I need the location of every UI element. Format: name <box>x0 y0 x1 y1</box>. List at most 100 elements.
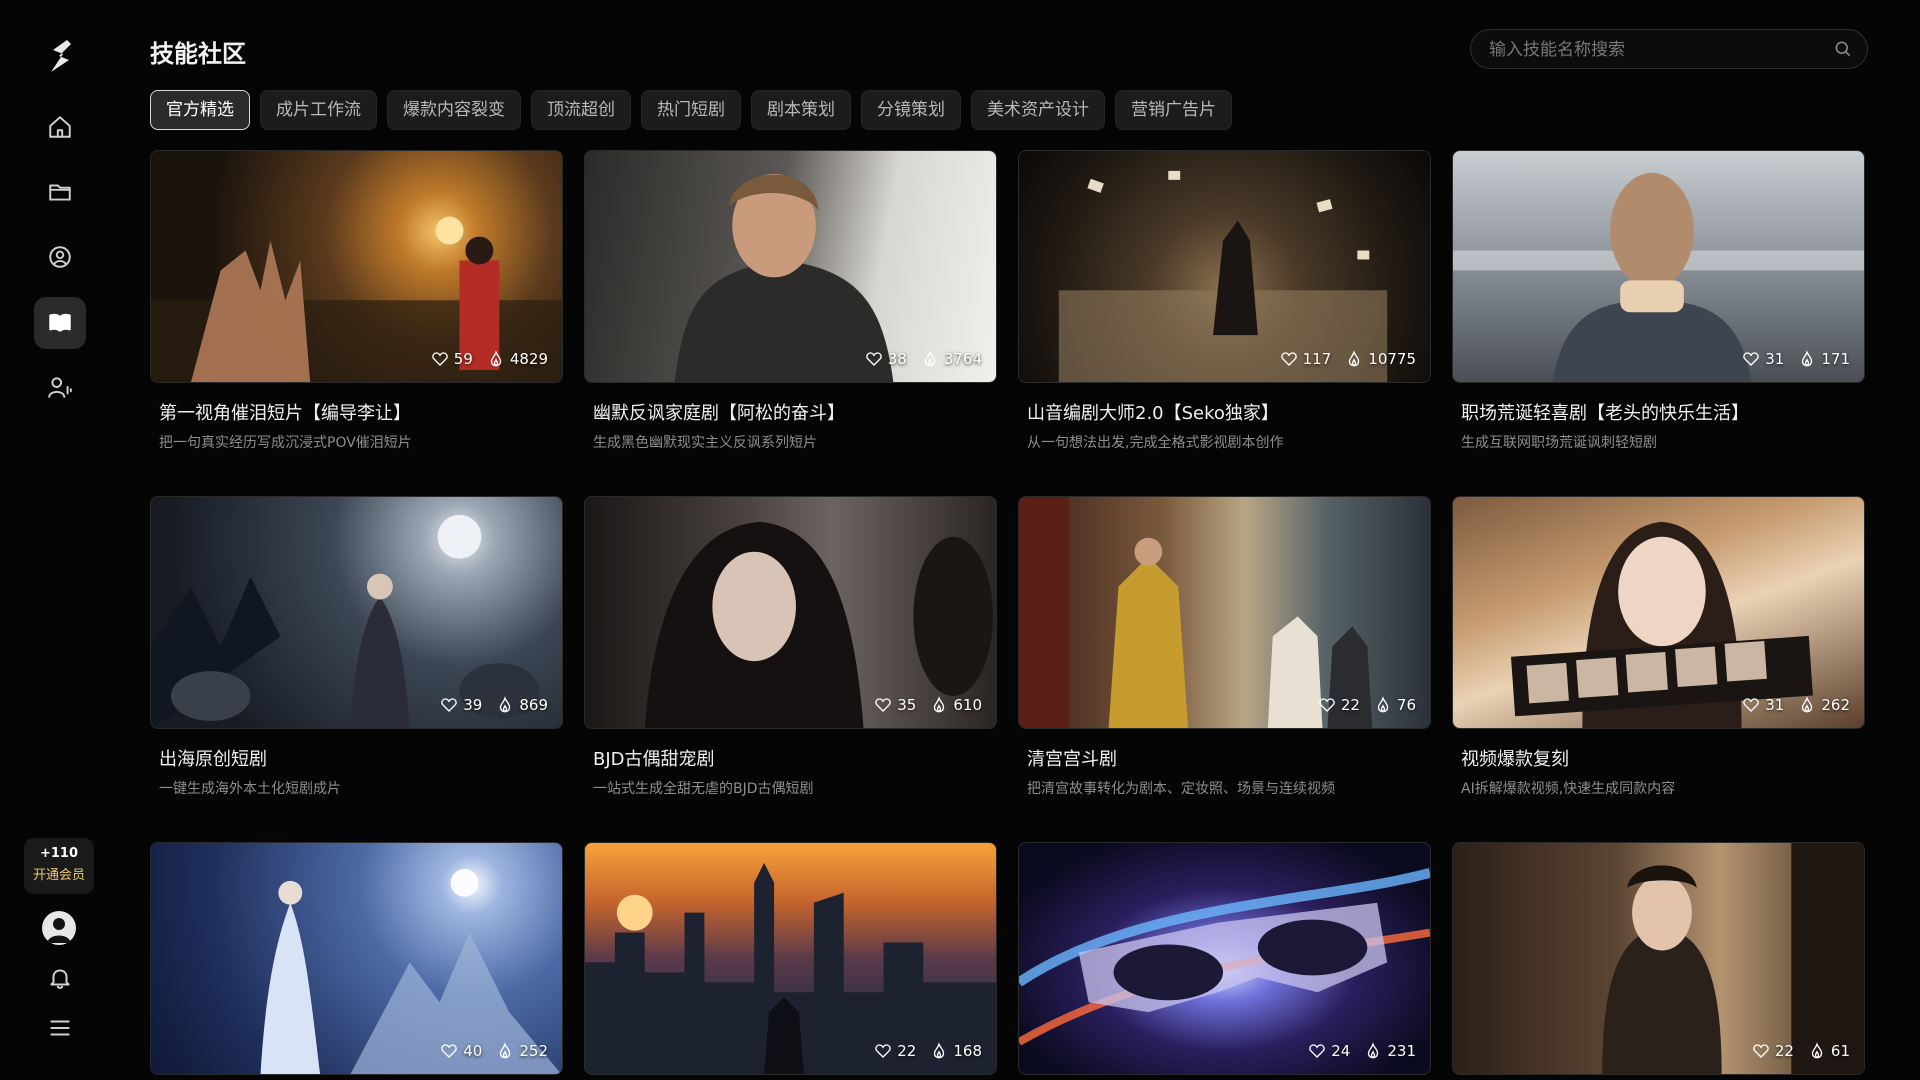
heart-icon <box>875 1044 891 1058</box>
flame-icon <box>1377 696 1389 713</box>
avatar[interactable] <box>42 911 76 945</box>
card-stats: 40 252 <box>432 1042 548 1060</box>
skill-card[interactable]: 39 869 出海原创短剧 一键生成海外本土化短剧成片 <box>150 496 563 798</box>
card-thumbnail: 31 171 <box>1452 150 1865 383</box>
target-user-icon[interactable] <box>40 237 80 277</box>
uses-count: 610 <box>953 696 982 714</box>
vip-points: +110 <box>39 846 79 861</box>
skill-card[interactable]: 59 4829 第一视角催泪短片【编导李让】 把一句真实经历写成沉浸式POV催泪… <box>150 150 563 452</box>
sidebar: +110 开通会员 <box>0 0 120 1080</box>
search-icon[interactable] <box>1833 39 1853 59</box>
tab-workflow[interactable]: 成片工作流 <box>260 90 377 130</box>
uses-count: 171 <box>1821 350 1850 368</box>
flame-icon <box>934 1042 945 1059</box>
search-input[interactable] <box>1487 30 1821 70</box>
skill-card[interactable]: 31 262 视频爆款复刻 AI拆解爆款视频,快速生成同款内容 <box>1452 496 1865 798</box>
skill-card[interactable]: 22 61 <box>1452 842 1865 1075</box>
card-thumbnail: 22 168 <box>584 842 997 1075</box>
tab-marketing-ads[interactable]: 营销广告片 <box>1115 90 1232 130</box>
card-stats: 59 4829 <box>423 350 548 368</box>
heart-icon <box>1743 698 1759 712</box>
card-description: 一键生成海外本土化短剧成片 <box>159 781 341 797</box>
flame-icon <box>490 350 501 367</box>
uses-count: 869 <box>519 696 548 714</box>
card-title: 第一视角催泪短片【编导李让】 <box>159 403 411 424</box>
likes-count: 35 <box>897 696 917 714</box>
heart-icon <box>441 1044 457 1058</box>
skill-card[interactable]: 22 168 <box>584 842 997 1075</box>
flame-icon <box>1802 350 1813 367</box>
likes-count: 38 <box>887 350 907 368</box>
logo-icon[interactable] <box>40 36 80 76</box>
skill-card[interactable]: 40 252 <box>150 842 563 1075</box>
card-thumbnail: 22 76 <box>1018 496 1431 729</box>
card-thumbnail: 31 262 <box>1452 496 1865 729</box>
likes-count: 31 <box>1765 696 1785 714</box>
flame-icon <box>1802 696 1813 713</box>
uses-count: 168 <box>953 1042 982 1060</box>
card-stats: 22 168 <box>866 1042 982 1060</box>
skill-card[interactable]: 31 171 职场荒诞轻喜剧【老头的快乐生活】 生成互联网职场荒诞讽刺轻短剧 <box>1452 150 1865 452</box>
tab-official-picks[interactable]: 官方精选 <box>150 90 250 130</box>
skill-card[interactable]: 35 610 BJD古偶甜宠剧 一站式生成全甜无虐的BJD古偶短剧 <box>584 496 997 798</box>
card-thumbnail: 35 610 <box>584 496 997 729</box>
skill-card[interactable]: 24 231 <box>1018 842 1431 1075</box>
card-stats: 31 171 <box>1734 350 1850 368</box>
card-description: 生成互联网职场荒诞讽刺轻短剧 <box>1461 435 1657 451</box>
tab-top-creators[interactable]: 顶流超创 <box>531 90 631 130</box>
tab-script-planning[interactable]: 剧本策划 <box>751 90 851 130</box>
user-voice-icon[interactable] <box>40 367 80 407</box>
card-title: 清宫宫斗剧 <box>1027 749 1117 770</box>
card-stats: 31 262 <box>1734 696 1850 714</box>
card-stats: 24 231 <box>1300 1042 1416 1060</box>
card-title: 出海原创短剧 <box>159 749 267 770</box>
book-icon[interactable] <box>34 297 86 349</box>
card-stats: 117 10775 <box>1272 350 1416 368</box>
card-thumbnail: 117 10775 <box>1018 150 1431 383</box>
uses-count: 252 <box>519 1042 548 1060</box>
search-box[interactable] <box>1470 29 1868 70</box>
heart-icon <box>441 698 457 712</box>
card-description: 把一句真实经历写成沉浸式POV催泪短片 <box>159 435 412 451</box>
flame-icon <box>1368 1042 1379 1059</box>
card-description: 生成黑色幽默现实主义反讽系列短片 <box>593 435 817 451</box>
likes-count: 31 <box>1765 350 1785 368</box>
likes-count: 40 <box>463 1042 483 1060</box>
skill-card[interactable]: 22 76 清宫宫斗剧 把清宫故事转化为剧本、定妆照、场景与连续视频 <box>1018 496 1431 798</box>
card-title: 幽默反讽家庭剧【阿松的奋斗】 <box>593 403 845 424</box>
card-thumbnail: 39 869 <box>150 496 563 729</box>
uses-count: 231 <box>1387 1042 1416 1060</box>
tab-hot-shorts[interactable]: 热门短剧 <box>641 90 741 130</box>
vip-button[interactable]: +110 开通会员 <box>24 838 94 894</box>
tab-storyboard[interactable]: 分镜策划 <box>861 90 961 130</box>
heart-icon <box>875 698 891 712</box>
card-stats: 22 61 <box>1744 1042 1850 1060</box>
page-title: 技能社区 <box>150 40 246 68</box>
heart-icon <box>1309 1044 1325 1058</box>
likes-count: 59 <box>453 350 473 368</box>
bell-icon[interactable] <box>40 958 80 998</box>
flame-icon <box>500 696 511 713</box>
home-icon[interactable] <box>40 107 80 147</box>
card-stats: 35 610 <box>866 696 982 714</box>
card-thumbnail: 22 61 <box>1452 842 1865 1075</box>
card-thumbnail: 59 4829 <box>150 150 563 383</box>
skill-card[interactable]: 38 3764 幽默反讽家庭剧【阿松的奋斗】 生成黑色幽默现实主义反讽系列短片 <box>584 150 997 452</box>
uses-count: 61 <box>1830 1042 1850 1060</box>
card-stats: 39 869 <box>432 696 548 714</box>
likes-count: 22 <box>897 1042 917 1060</box>
menu-icon[interactable] <box>40 1008 80 1048</box>
uses-count: 262 <box>1821 696 1850 714</box>
card-description: 从一句想法出发,完成全格式影视剧本创作 <box>1027 435 1284 451</box>
card-thumbnail: 24 231 <box>1018 842 1431 1075</box>
card-title: 山音编剧大师2.0【Seko独家】 <box>1027 403 1279 424</box>
tab-viral-content[interactable]: 爆款内容裂变 <box>387 90 521 130</box>
card-stats: 38 3764 <box>857 350 982 368</box>
category-tabs: 官方精选 成片工作流 爆款内容裂变 顶流超创 热门短剧 剧本策划 分镜策划 美术… <box>150 90 1232 130</box>
folder-icon[interactable] <box>40 172 80 212</box>
card-title: 职场荒诞轻喜剧【老头的快乐生活】 <box>1461 403 1749 424</box>
card-description: 一站式生成全甜无虐的BJD古偶短剧 <box>593 781 814 797</box>
tab-art-assets[interactable]: 美术资产设计 <box>971 90 1105 130</box>
skill-card[interactable]: 117 10775 山音编剧大师2.0【Seko独家】 从一句想法出发,完成全格… <box>1018 150 1431 452</box>
likes-count: 117 <box>1302 350 1332 368</box>
